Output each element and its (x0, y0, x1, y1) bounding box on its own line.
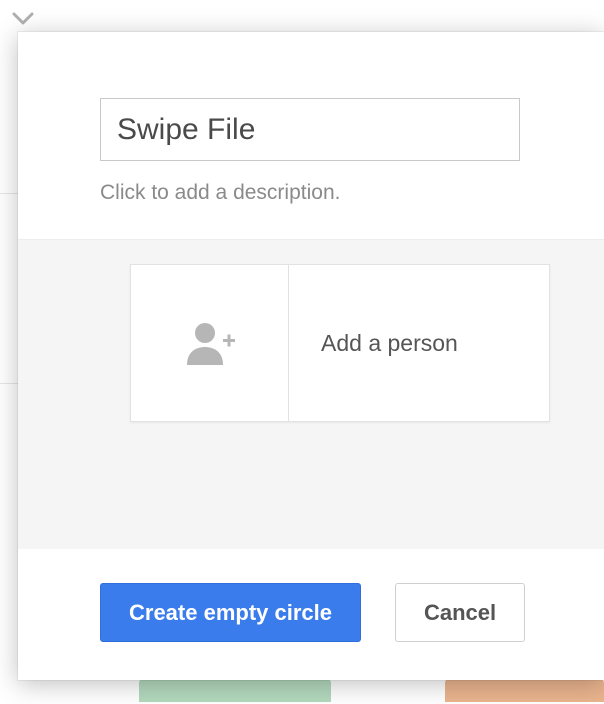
dialog-header-section: Click to add a description. (18, 32, 604, 239)
circle-name-input[interactable] (100, 98, 520, 161)
bg-menu-fragment: ns (0, 2, 34, 33)
create-circle-dialog: Click to add a description. Add a person… (18, 32, 604, 680)
chevron-down-icon (12, 12, 34, 26)
dialog-footer: Create empty circle Cancel (18, 549, 604, 680)
bg-chip-orange (445, 679, 604, 702)
add-person-icon-cell (131, 265, 289, 421)
description-placeholder[interactable]: Click to add a description. (100, 181, 522, 205)
add-person-icon (183, 321, 237, 365)
add-person-card[interactable]: Add a person (130, 264, 550, 422)
create-empty-circle-button[interactable]: Create empty circle (100, 583, 361, 642)
cancel-button[interactable]: Cancel (395, 583, 525, 642)
add-person-label: Add a person (289, 265, 549, 421)
dialog-body-section: Add a person (18, 239, 604, 549)
bg-chip-green (139, 679, 331, 702)
